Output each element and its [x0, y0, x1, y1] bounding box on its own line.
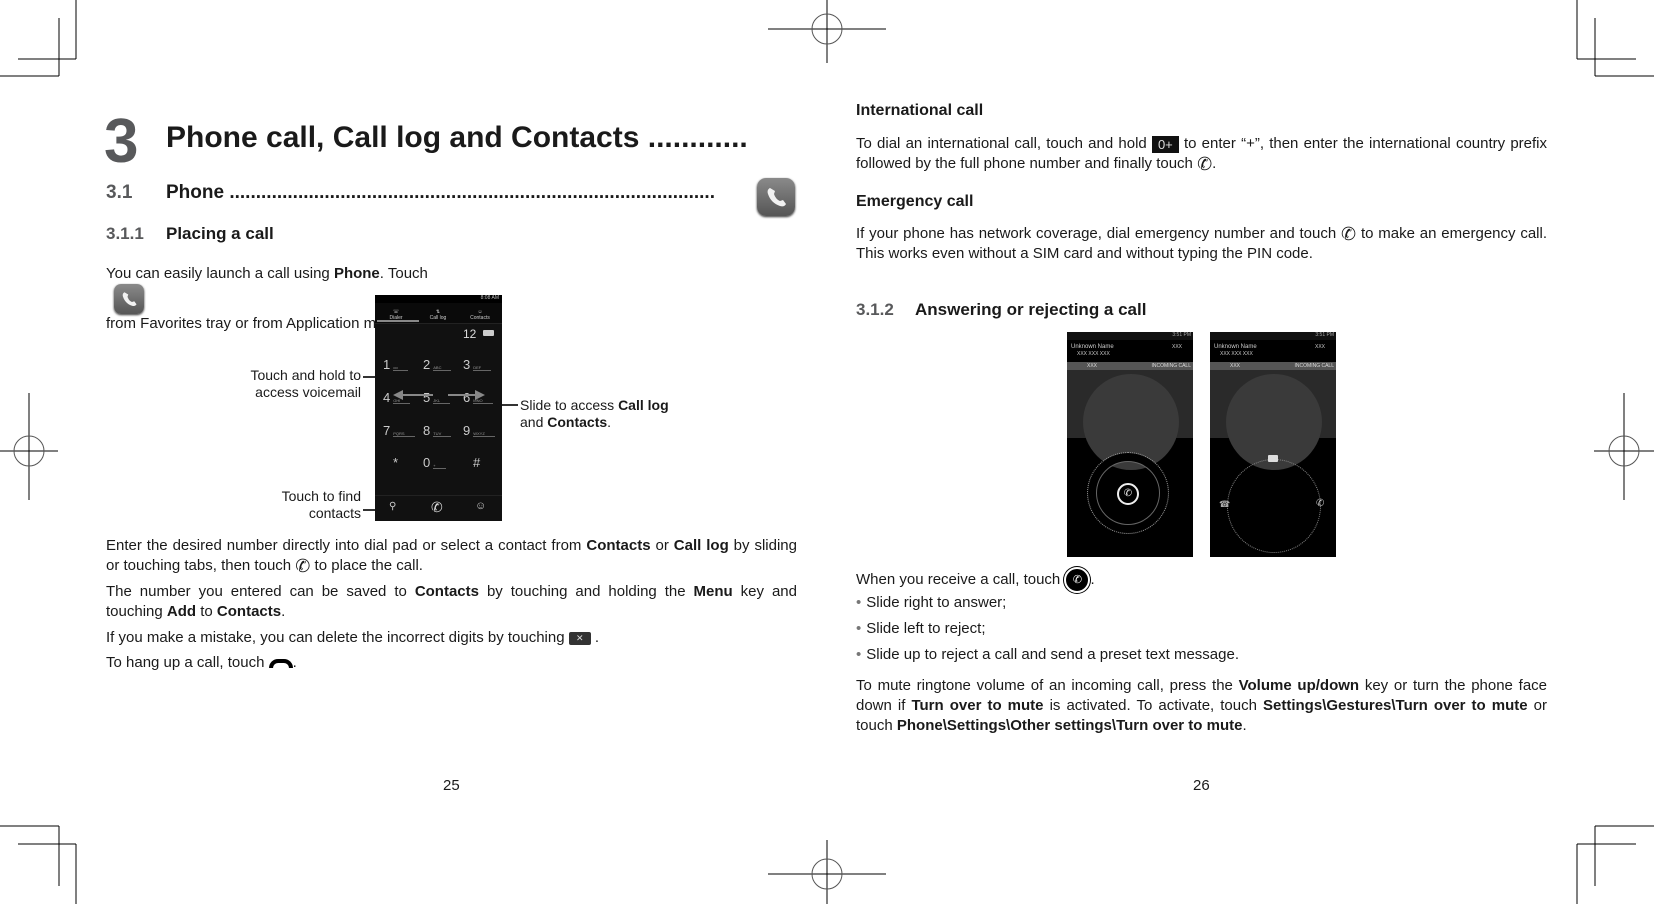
save-paragraph: The number you entered can be saved to C… — [106, 583, 797, 620]
status-time: 3:51 PM — [1172, 332, 1191, 338]
zero-plus-key-icon: 0+ — [1151, 135, 1179, 153]
key-9[interactable]: 9 WXYZ — [463, 423, 495, 438]
slide-label: Slide to access Call log and Contacts. — [520, 397, 669, 430]
dialer-tab-bar: ☏ Dialer ⇅ Call log ☺ Contacts — [375, 303, 502, 324]
bullet-item: Slide left to reject; — [856, 619, 985, 639]
call-state: INCOMING CALL — [1294, 363, 1334, 369]
subsection-title: Placing a call — [166, 224, 274, 243]
answer-circle-icon[interactable]: ✆ — [1117, 483, 1139, 505]
section-number: 3.1 — [106, 182, 133, 203]
backspace-icon: ✕ — [568, 631, 591, 645]
call-handset-icon: ✆ — [1341, 224, 1357, 245]
emergency-call-paragraph: If your phone has network coverage, dial… — [856, 224, 1548, 263]
message-icon[interactable] — [1268, 455, 1278, 462]
answer-circle-icon: ✆ — [1064, 567, 1091, 593]
status-bar: 8:08 AM — [375, 295, 502, 303]
caller-name: Unknown Name — [1214, 344, 1257, 350]
status-time: 8:08 AM — [480, 295, 499, 301]
hangup-paragraph: To hang up a call, touch . — [106, 654, 297, 671]
key-3[interactable]: 3 DEF — [463, 357, 492, 372]
dial-paragraph: Enter the desired number directly into d… — [106, 537, 797, 577]
emergency-call-heading: Emergency call — [856, 193, 974, 210]
mute-paragraph: To mute ringtone volume of an incoming c… — [856, 677, 1547, 734]
call-handset-icon: ✆ — [1197, 154, 1213, 175]
slide-ring — [1227, 459, 1321, 553]
chapter-title: Phone call, Call log and Contacts ......… — [166, 121, 748, 154]
incoming-call-screenshot-2: 3:51 PM Unknown Name XXX XXX XXX XXX XXX… — [1210, 332, 1336, 557]
key-8[interactable]: 8 TUV — [423, 423, 452, 438]
left-page: 3 Phone call, Call log and Contacts ....… — [0, 0, 827, 904]
receive-call-intro: When you receive a call, touch ✆. — [856, 567, 1095, 593]
international-call-paragraph: To dial an international call, touch and… — [856, 135, 1548, 175]
find-contacts-label: Touch to find contacts — [281, 488, 361, 521]
international-call-heading: International call — [856, 102, 984, 119]
tab-contacts[interactable]: ☺ Contacts — [459, 309, 501, 321]
right-page: International call To dial an internatio… — [827, 0, 1654, 904]
search-icon[interactable]: ⚲ — [389, 501, 396, 512]
add-contact-icon[interactable]: ☺ — [475, 500, 486, 512]
answer-icon[interactable]: ✆ — [1316, 498, 1324, 509]
call-button-icon[interactable]: ✆ — [431, 499, 443, 516]
hang-up-icon — [268, 658, 293, 668]
entered-number: 12 — [463, 327, 477, 341]
call-state-bar: XXX INCOMING CALL — [1067, 362, 1193, 370]
call-state: INCOMING CALL — [1151, 363, 1191, 369]
slide-arrows-icon — [393, 390, 485, 400]
bullet-item: Slide right to answer; — [856, 593, 1006, 613]
caller-name: Unknown Name — [1071, 344, 1114, 350]
status-bar: 3:51 PM — [1067, 332, 1193, 340]
section-title: Phone ..................................… — [166, 182, 715, 203]
key-hash[interactable]: # — [473, 455, 480, 470]
call-state-bar: XXX INCOMING CALL — [1210, 362, 1336, 370]
page-number-left: 25 — [443, 777, 460, 794]
page-number-right: 26 — [1193, 777, 1210, 794]
tab-indicator — [377, 320, 419, 322]
incoming-call-screenshot-1: 3:51 PM Unknown Name XXX XXX XXX XXX XXX… — [1067, 332, 1193, 557]
reject-icon[interactable]: ☎ — [1219, 499, 1230, 510]
subsection-number: 3.1.2 — [856, 300, 894, 319]
tab-call-log[interactable]: ⇅ Call log — [417, 309, 459, 321]
delete-paragraph: If you make a mistake, you can delete th… — [106, 629, 600, 646]
contact-photo-area — [1067, 370, 1193, 470]
delete-key[interactable] — [483, 330, 494, 336]
subsection-number: 3.1.1 — [106, 224, 144, 243]
key-1[interactable]: 1 oo — [383, 357, 408, 372]
dialer-screenshot: 8:08 AM ☏ Dialer ⇅ Call log ☺ Contacts 12 1… — [375, 295, 502, 521]
contact-photo-area — [1210, 370, 1336, 470]
status-time: 3:51 PM — [1315, 332, 1334, 338]
subsection-title: Answering or rejecting a call — [915, 300, 1147, 319]
key-0[interactable]: 0 + — [423, 455, 446, 470]
call-handset-icon: ✆ — [295, 556, 311, 577]
dialer-bottom-bar: ⚲ ✆ ☺ — [375, 495, 502, 521]
key-2[interactable]: 2 ABC — [423, 357, 452, 372]
key-7[interactable]: 7 PQRS — [383, 423, 415, 438]
carrier: XXX — [1172, 344, 1183, 350]
carrier: XXX — [1315, 344, 1326, 350]
phone-app-icon — [757, 178, 795, 216]
caller-number: XXX XXX XXX — [1077, 351, 1110, 357]
bullet-item: Slide up to reject a call and send a pre… — [856, 645, 1239, 665]
status-bar: 3:51 PM — [1210, 332, 1336, 340]
key-star[interactable]: * — [393, 455, 398, 470]
chapter-number: 3 — [104, 107, 139, 176]
caller-number: XXX XXX XXX — [1220, 351, 1253, 357]
phone-app-icon — [114, 284, 144, 314]
slide-leader — [500, 404, 518, 406]
voicemail-label: Touch and hold to access voicemail — [250, 367, 361, 400]
